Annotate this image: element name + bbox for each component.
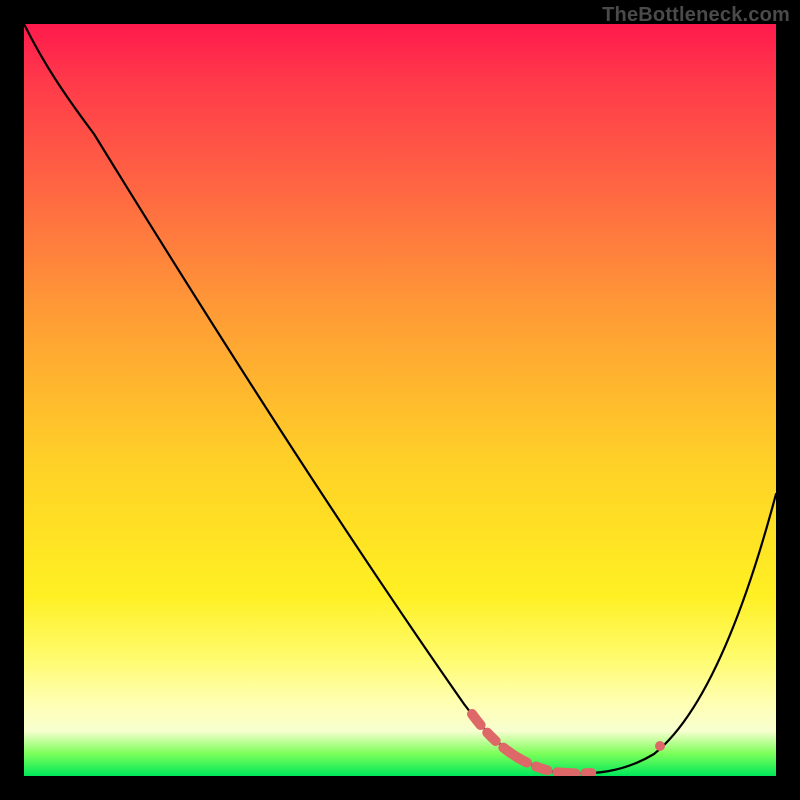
bottleneck-chart xyxy=(24,24,776,776)
optimal-range-end-dot xyxy=(655,741,665,751)
bottleneck-curve-path xyxy=(24,24,776,773)
frame-right xyxy=(776,0,800,800)
watermark-text: TheBottleneck.com xyxy=(602,4,790,27)
optimal-range-highlight xyxy=(472,714,657,773)
curve-svg xyxy=(24,24,776,776)
frame-left xyxy=(0,0,24,800)
frame-bottom xyxy=(0,776,800,800)
